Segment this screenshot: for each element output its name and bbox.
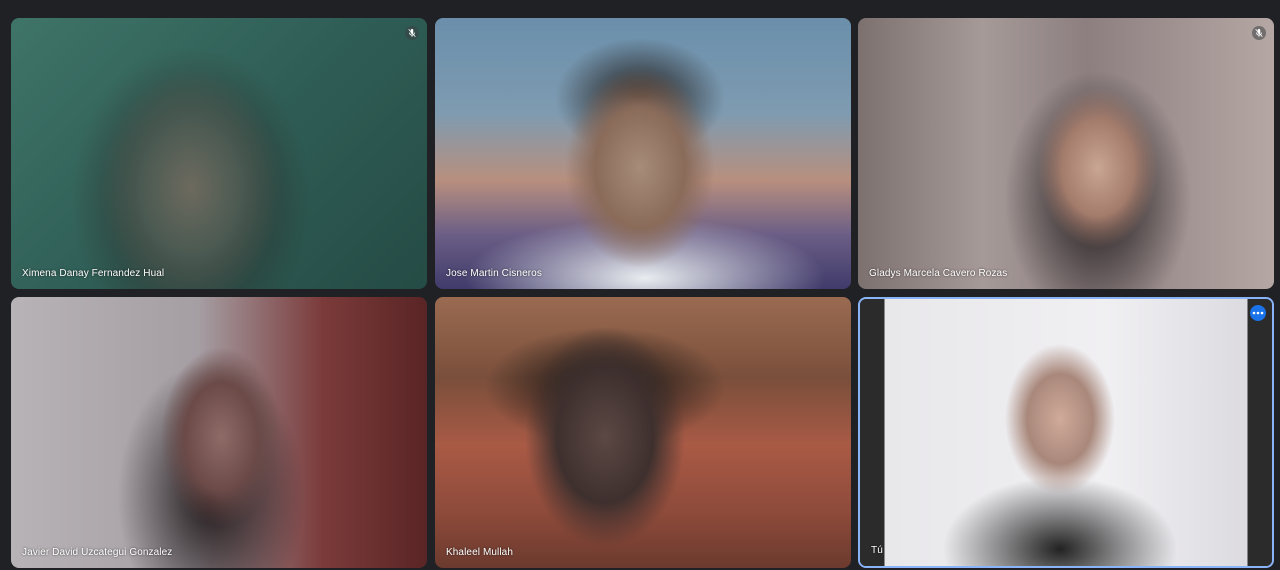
participant-tile-gladys[interactable]: Gladys Marcela Cavero Rozas [858,18,1274,289]
participant-tile-jose[interactable]: Jose Martin Cisneros [435,18,851,289]
participant-video [858,18,1274,289]
participant-video [435,18,851,289]
participant-tile-javier[interactable]: Javier David Uzcategui Gonzalez [11,297,427,568]
mic-off-icon [405,26,419,40]
participant-name: Tú [871,545,883,556]
participant-video [860,299,1272,566]
participant-tile-ximena[interactable]: Ximena Danay Fernandez Hual [11,18,427,289]
participant-name: Javier David Uzcategui Gonzalez [22,547,173,558]
mic-off-icon [1252,26,1266,40]
participant-video [435,297,851,568]
participant-tile-self[interactable]: Tú [858,297,1274,568]
participant-name: Gladys Marcela Cavero Rozas [869,268,1008,279]
participant-name: Khaleel Mullah [446,547,513,558]
participant-video [11,18,427,289]
video-grid: Ximena Danay Fernandez Hual Jose Martin … [0,0,1280,570]
more-options-icon[interactable] [1250,305,1266,321]
participant-video [11,297,427,568]
participant-name: Jose Martin Cisneros [446,268,542,279]
participant-tile-khaleel[interactable]: Khaleel Mullah [435,297,851,568]
participant-name: Ximena Danay Fernandez Hual [22,268,165,279]
